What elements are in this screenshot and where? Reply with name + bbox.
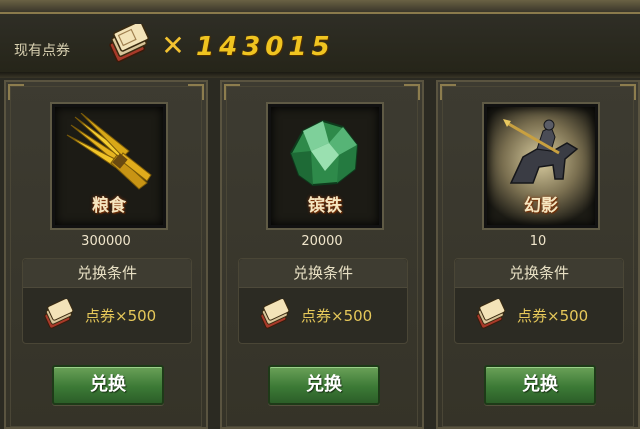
- exchange-button[interactable]: 兑换: [484, 365, 596, 405]
- item-quantity: 300000: [81, 234, 131, 249]
- condition-title: 兑换条件: [239, 259, 407, 288]
- header-divider: [0, 72, 640, 78]
- exchange-condition-box: 兑换条件 点券×500: [454, 258, 624, 344]
- coupon-stack-icon: [44, 299, 74, 329]
- item-name: 粮食: [92, 196, 126, 216]
- current-points-label: 现有点券: [14, 43, 70, 59]
- condition-title: 兑换条件: [23, 259, 191, 288]
- points-value: 143015: [196, 32, 335, 62]
- exchange-card-grain: 粮食 300000 兑换条件 点券×500 兑换: [4, 80, 208, 429]
- exchange-card-iron: 镔铁 20000 兑换条件 点券×500 兑换: [220, 80, 424, 429]
- corner-ornament: [440, 84, 456, 100]
- corner-ornament: [224, 84, 240, 100]
- corner-ornament: [8, 84, 24, 100]
- coupon-stack-icon: [260, 299, 290, 329]
- grain-bundle-icon: [66, 113, 152, 190]
- phantom-rider-icon: [503, 119, 579, 184]
- times-icon: ✕: [161, 29, 185, 62]
- exchange-condition-box: 兑换条件 点券×500: [238, 258, 408, 344]
- item-slot[interactable]: 幻影: [484, 104, 598, 228]
- coupon-stack-icon: [109, 24, 149, 63]
- item-slot[interactable]: 镔铁: [268, 104, 382, 228]
- item-slot[interactable]: 粮食: [52, 104, 166, 228]
- corner-ornament: [404, 84, 420, 100]
- exchange-card-phantom: 幻影 10 兑换条件 点券×500 兑换: [436, 80, 640, 429]
- exchange-condition-box: 兑换条件 点券×500: [22, 258, 192, 344]
- iron-ore-icon: [289, 119, 359, 187]
- item-quantity: 10: [529, 234, 547, 249]
- coupon-stack-icon: [476, 299, 506, 329]
- exchange-button[interactable]: 兑换: [52, 365, 164, 405]
- item-name: 镔铁: [308, 196, 342, 216]
- exchange-button[interactable]: 兑换: [268, 365, 380, 405]
- corner-ornament: [188, 84, 204, 100]
- corner-ornament: [620, 84, 636, 100]
- item-quantity: 20000: [301, 234, 343, 249]
- top-border: [0, 0, 640, 14]
- exchange-cost: 点券×500: [517, 307, 589, 325]
- condition-title: 兑换条件: [455, 259, 623, 288]
- item-name: 幻影: [524, 196, 558, 216]
- exchange-cost: 点券×500: [301, 307, 373, 325]
- exchange-cost: 点券×500: [85, 307, 157, 325]
